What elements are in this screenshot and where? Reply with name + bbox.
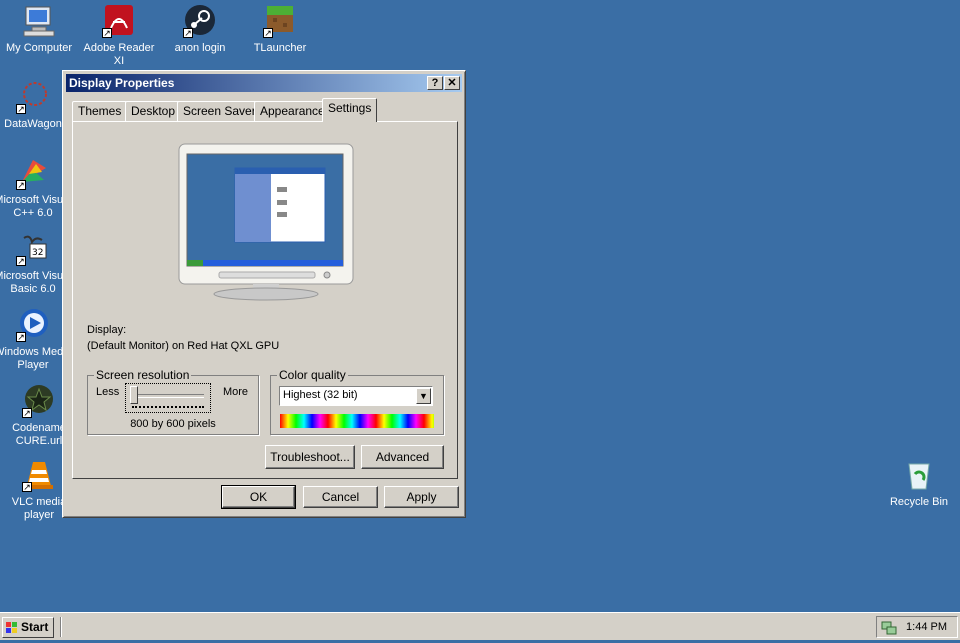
visual-cpp-icon: ↗	[16, 156, 50, 190]
title-bar[interactable]: Display Properties ? ✕	[66, 74, 462, 92]
recycle-bin-icon	[902, 458, 936, 492]
window-title: Display Properties	[69, 76, 175, 90]
desktop-icon-my-computer[interactable]: My Computer	[0, 4, 78, 55]
computer-icon	[22, 4, 56, 38]
tab-themes[interactable]: Themes	[72, 101, 128, 121]
clock[interactable]: 1:44 PM	[906, 617, 947, 637]
svg-text:32: 32	[32, 248, 43, 258]
codename-cure-icon: ↗	[22, 384, 56, 418]
tab-screen-saver[interactable]: Screen Saver	[177, 101, 262, 121]
start-button[interactable]: Start	[2, 617, 54, 638]
troubleshoot-button[interactable]: Troubleshoot...	[265, 445, 355, 469]
cancel-button[interactable]: Cancel	[303, 486, 378, 508]
start-label: Start	[21, 620, 49, 634]
media-player-icon: ↗	[16, 308, 50, 342]
chevron-down-icon[interactable]: ▼	[416, 388, 431, 404]
help-button[interactable]: ?	[427, 76, 443, 90]
color-quality-selected: Highest (32 bit)	[283, 389, 358, 401]
more-label: More	[222, 386, 248, 398]
display-value: (Default Monitor) on Red Hat QXL GPU	[87, 340, 280, 352]
resolution-value: 800 by 600 pixels	[130, 418, 216, 430]
visual-basic-icon: 32 ↗	[16, 232, 50, 266]
apply-button[interactable]: Apply	[384, 486, 459, 508]
color-quality-label: Color quality	[277, 368, 348, 382]
taskbar: Start 1:44 PM	[0, 612, 960, 640]
datawagon-icon: ↗	[16, 80, 50, 114]
shortcut-arrow-icon: ↗	[22, 482, 32, 492]
tab-settings[interactable]: Settings	[322, 98, 378, 122]
ok-button[interactable]: OK	[221, 485, 296, 509]
shortcut-arrow-icon: ↗	[102, 28, 112, 38]
shortcut-arrow-icon: ↗	[16, 104, 26, 114]
resolution-slider[interactable]	[125, 383, 211, 413]
desktop-icon-label: Adobe Reader XI	[83, 42, 155, 67]
shortcut-arrow-icon: ↗	[22, 408, 32, 418]
steam-icon: ↗	[183, 4, 217, 38]
slider-track	[132, 394, 204, 398]
desktop-icon-label: My Computer	[5, 42, 73, 54]
color-spectrum-bar	[280, 414, 434, 428]
tab-desktop[interactable]: Desktop	[125, 101, 182, 121]
display-properties-window[interactable]: Display Properties ? ✕ Themes Desktop Sc…	[62, 70, 466, 518]
shortcut-arrow-icon: ↗	[183, 28, 193, 38]
desktop-icon-recycle-bin[interactable]: Recycle Bin	[880, 458, 958, 509]
shortcut-arrow-icon: ↗	[16, 332, 26, 342]
shortcut-arrow-icon: ↗	[263, 28, 273, 38]
minecraft-block-icon: ↗	[263, 4, 297, 38]
slider-thumb[interactable]	[130, 386, 138, 404]
vlc-cone-icon: ↗	[22, 458, 56, 492]
tab-appearance[interactable]: Appearance	[254, 101, 331, 121]
advanced-button[interactable]: Advanced	[361, 445, 444, 469]
display-label: Display:	[87, 324, 127, 336]
system-tray: 1:44 PM	[876, 616, 958, 638]
shortcut-arrow-icon: ↗	[16, 180, 26, 190]
desktop-icon-label: Recycle Bin	[889, 496, 949, 508]
less-label: Less	[96, 386, 120, 398]
adobe-reader-icon: ↗	[102, 4, 136, 38]
desktop-icon-tlauncher[interactable]: ↗ TLauncher	[241, 4, 319, 55]
slider-ticks	[132, 406, 204, 411]
settings-panel: Display: (Default Monitor) on Red Hat QX…	[72, 121, 458, 479]
close-button[interactable]: ✕	[444, 76, 460, 90]
desktop-icon-label: anon login	[174, 42, 226, 54]
shortcut-arrow-icon: ↗	[16, 256, 26, 266]
desktop-icon-label: TLauncher	[253, 42, 307, 54]
screen-resolution-group: Screen resolution Less More 800 by 600 p…	[87, 368, 259, 435]
network-icon[interactable]	[881, 620, 897, 636]
color-quality-group: Color quality Highest (32 bit) ▼	[270, 368, 444, 435]
monitor-preview	[177, 142, 355, 302]
taskbar-separator	[60, 617, 62, 637]
color-quality-select[interactable]: Highest (32 bit) ▼	[279, 386, 433, 406]
windows-logo-icon	[6, 621, 18, 633]
screen-resolution-label: Screen resolution	[94, 368, 192, 382]
desktop-icon-anon-login[interactable]: ↗ anon login	[161, 4, 239, 55]
desktop-icon-adobe-reader[interactable]: ↗ Adobe Reader XI	[80, 4, 158, 68]
